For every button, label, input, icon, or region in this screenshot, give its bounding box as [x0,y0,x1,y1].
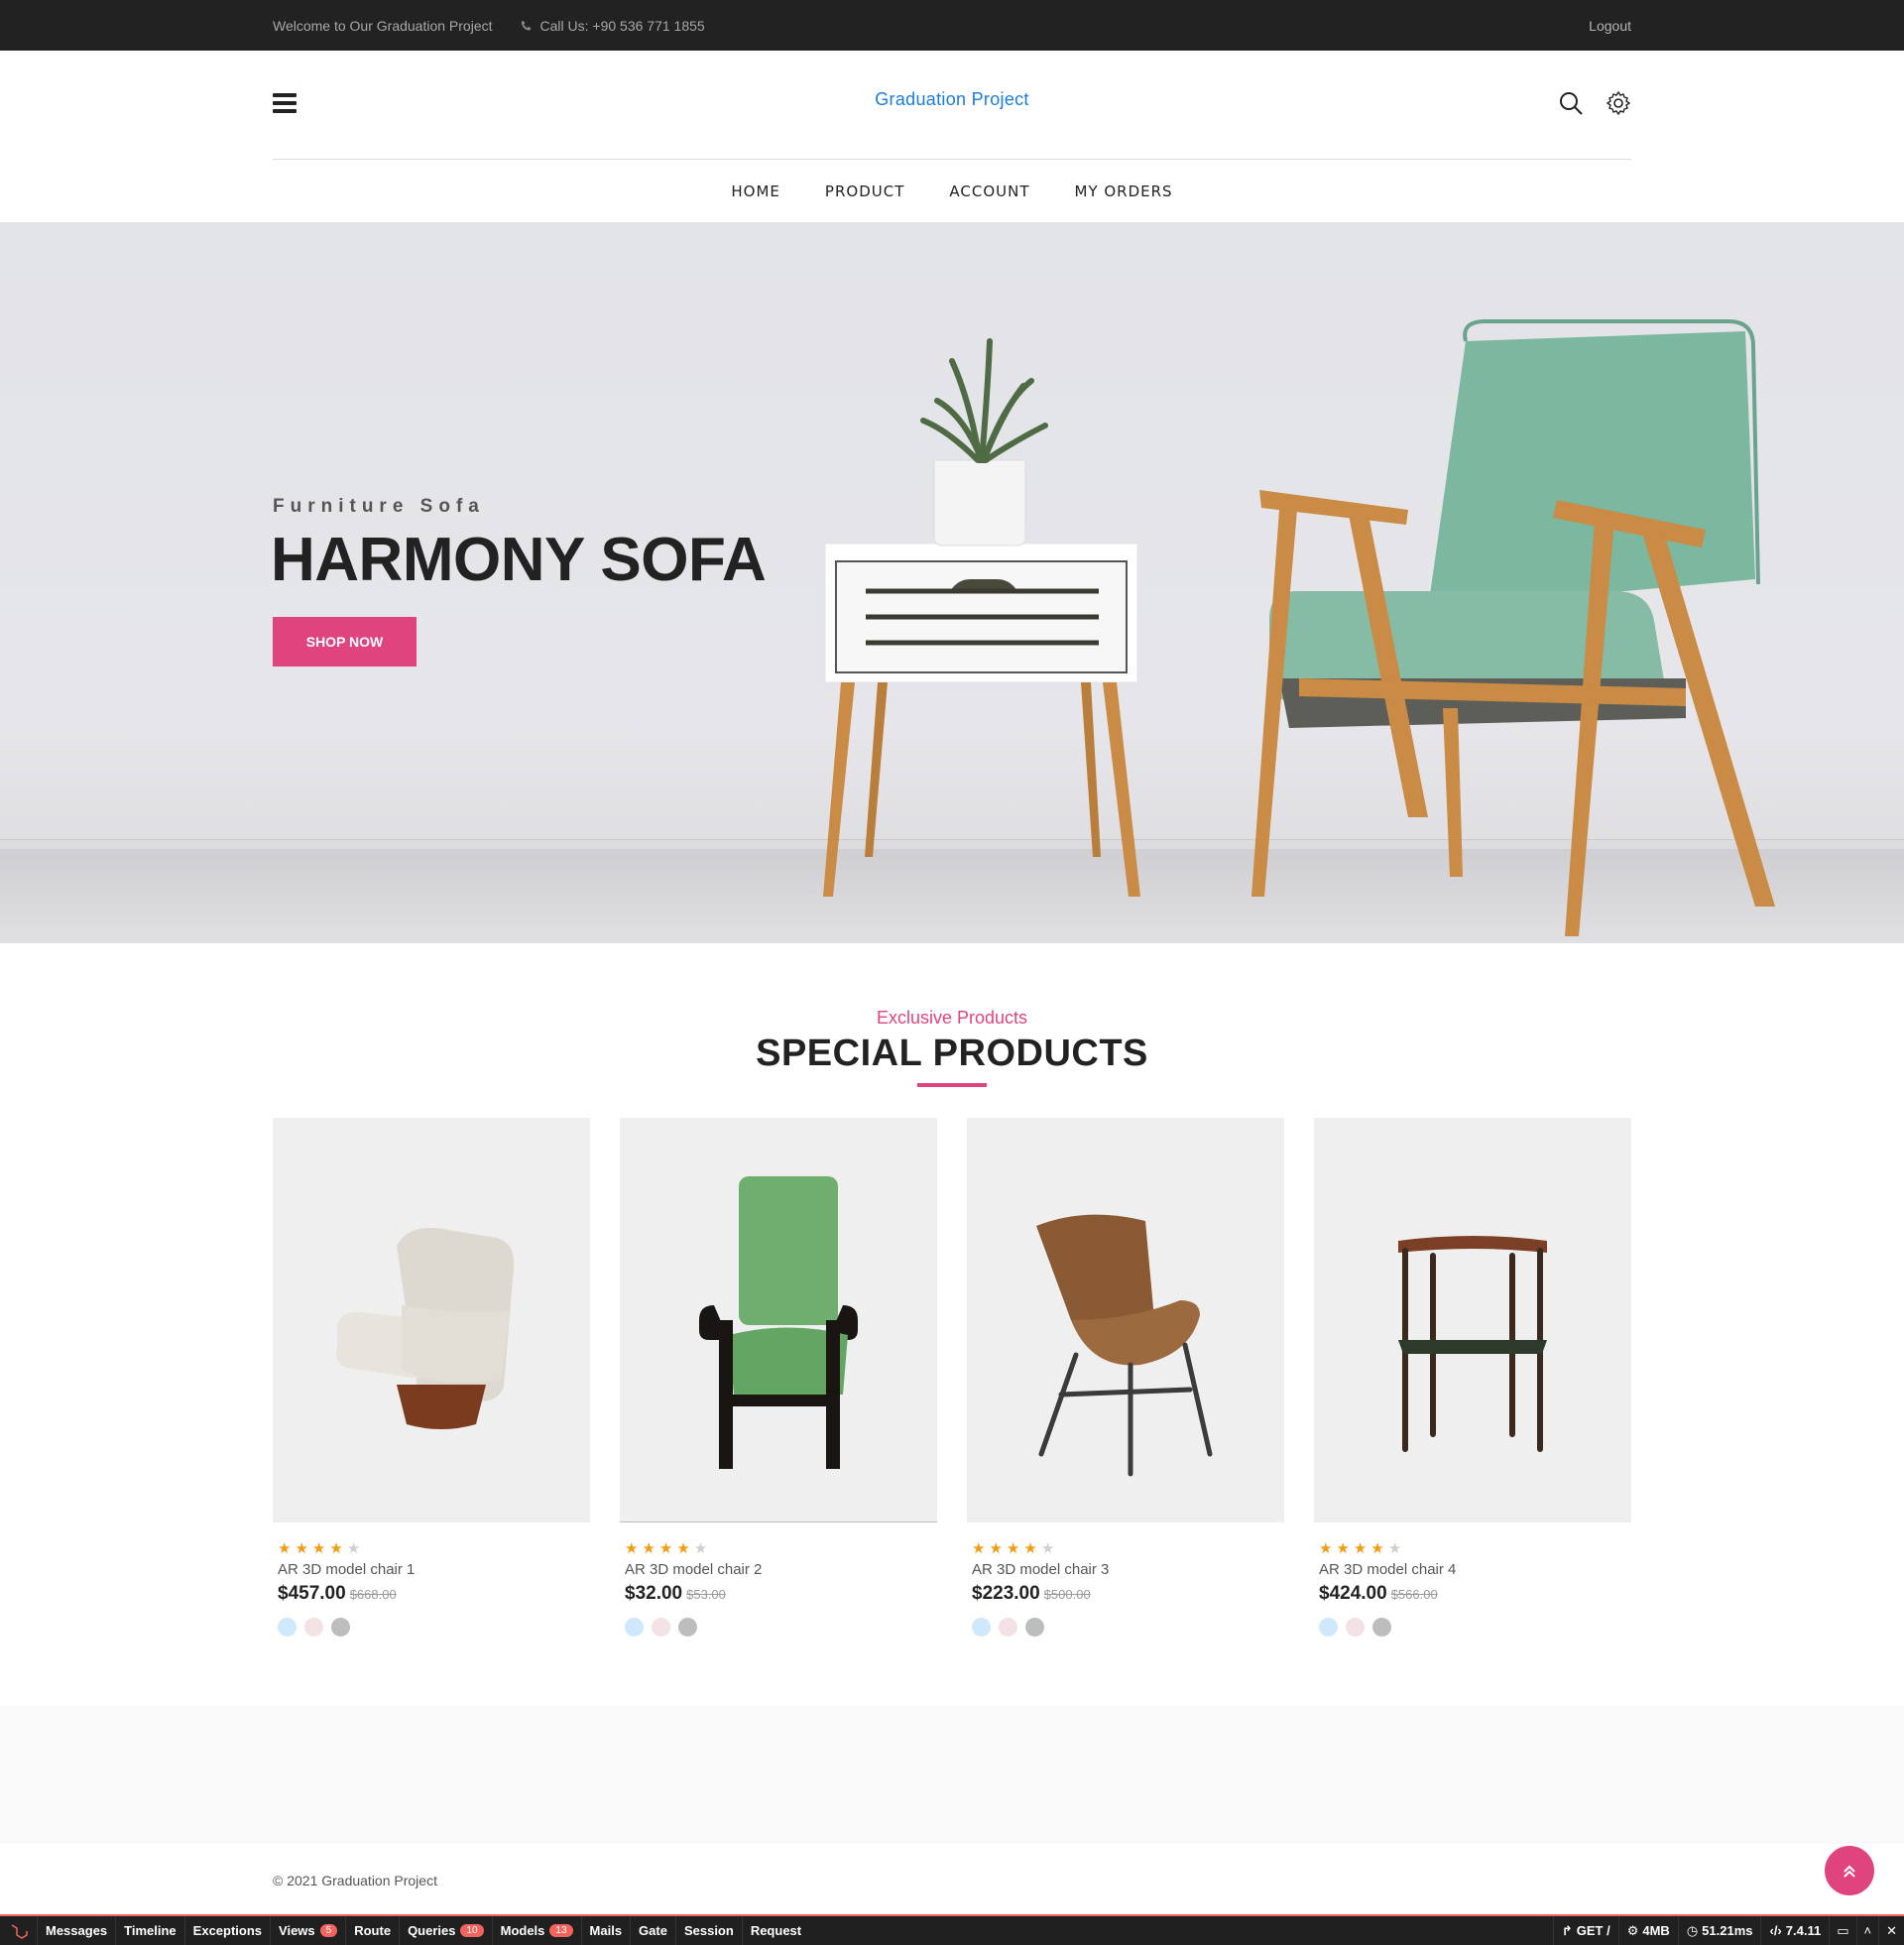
product-old-price: $500.00 [1043,1587,1091,1602]
shop-now-button[interactable]: SHOP NOW [273,617,416,667]
debug-tab-gate[interactable]: Gate [631,1916,676,1945]
swatch-grey[interactable] [331,1618,350,1637]
product-card: ★ ★ ★ ★ ★ AR 3D model chair 2 $32.00 $53.00 [620,1118,937,1637]
swatch-blue[interactable] [972,1618,991,1637]
main-nav: HOME PRODUCT ACCOUNT MY ORDERS [0,161,1904,222]
copyright-text: © 2021 Graduation Project [273,1873,437,1888]
debug-tab-exceptions[interactable]: Exceptions [185,1916,272,1945]
color-swatches [1319,1618,1631,1637]
rating-stars: ★ ★ ★ ★ ★ [1319,1540,1402,1557]
chair-image [335,1227,515,1429]
product-name[interactable]: AR 3D model chair 4 [1319,1561,1631,1578]
nav-product[interactable]: PRODUCT [825,182,904,200]
product-old-price: $53.00 [686,1587,726,1602]
product-card: ★ ★ ★ ★ ★ AR 3D model chair 4 $424.00 $566.00 [1314,1118,1631,1637]
double-chevron-up-icon [1844,1865,1855,1878]
swatch-grey[interactable] [1025,1618,1044,1637]
brand-logo[interactable]: Graduation Project [273,89,1631,110]
color-swatches [278,1618,590,1637]
product-grid: ★ ★ ★ ★ ★ AR 3D model chair 1 $457.00 $668.00… [273,1118,1631,1637]
swatch-pink[interactable] [652,1618,670,1637]
product-image[interactable] [620,1118,937,1522]
hero-title: HARMONY SOFA [271,526,767,594]
nav-account[interactable]: ACCOUNT [949,182,1029,200]
chair-image [1036,1214,1213,1477]
rating-stars: ★ ★ ★ ★ ★ [625,1540,708,1557]
product-name[interactable]: AR 3D model chair 2 [625,1561,937,1578]
phone-icon [521,20,532,30]
views-count-badge: 5 [319,1924,338,1937]
request-method[interactable]: ↱ GET / [1552,1916,1618,1945]
rating-stars: ★ ★ ★ ★ ★ [972,1540,1055,1557]
nav-my-orders[interactable]: MY ORDERS [1075,182,1173,200]
cogs-icon: ⚙ [1626,1922,1639,1938]
search-icon[interactable] [1558,90,1584,116]
scroll-top-button[interactable] [1825,1846,1874,1895]
swatch-pink[interactable] [1346,1618,1365,1637]
close-icon[interactable]: ✕ [1878,1916,1904,1945]
rating-stars: ★ ★ ★ ★ ★ [278,1540,361,1557]
debug-tab-models[interactable]: Models 13 [493,1916,582,1945]
color-swatches [972,1618,1284,1637]
logout-link[interactable]: Logout [1589,18,1631,34]
hero-banner: Furniture Sofa HARMONY SOFA SHOP NOW [0,222,1904,943]
product-price: $223.00 [972,1583,1040,1604]
product-price: $32.00 [625,1583,683,1604]
swatch-pink[interactable] [304,1618,323,1637]
debug-tab-messages[interactable]: Messages [38,1916,117,1945]
swatch-blue[interactable] [625,1618,644,1637]
section-divider [917,1083,987,1087]
debug-tab-queries[interactable]: Queries 10 [400,1916,493,1945]
swatch-grey[interactable] [678,1618,697,1637]
chevron-up-icon[interactable]: ˄ [1855,1916,1879,1945]
swatch-grey[interactable] [1372,1618,1391,1637]
nav-home[interactable]: HOME [731,182,780,200]
footer-band [0,1706,1904,1844]
chair-image [1398,1236,1547,1452]
site-header: Graduation Project [273,51,1631,160]
product-price: $457.00 [278,1583,346,1604]
swatch-pink[interactable] [999,1618,1017,1637]
chair-image [699,1175,858,1469]
product-old-price: $566.00 [1390,1587,1438,1602]
product-image[interactable] [1314,1118,1631,1522]
memory-usage: ⚙ 4MB [1617,1916,1678,1945]
debug-tab-views[interactable]: Views 5 [271,1916,347,1945]
debug-tab-request[interactable]: Request [743,1916,809,1945]
hero-eyebrow: Furniture Sofa [273,496,485,517]
product-card: ★ ★ ★ ★ ★ AR 3D model chair 3 $223.00 $500.00 [967,1118,1284,1637]
queries-count-badge: 10 [460,1924,484,1937]
top-bar: Welcome to Our Graduation Project Call U… [0,0,1904,51]
share-icon: ↱ [1561,1922,1573,1938]
phone-text: Call Us: +90 536 771 1855 [539,17,705,34]
product-name[interactable]: AR 3D model chair 3 [972,1561,1284,1578]
folder-icon[interactable]: ▭ [1829,1916,1855,1945]
product-name[interactable]: AR 3D model chair 1 [278,1561,590,1578]
code-icon: ‹/› [1769,1923,1782,1938]
models-count-badge: 13 [549,1924,573,1937]
section-title: SPECIAL PRODUCTS [756,1033,1148,1074]
product-old-price: $668.00 [349,1587,397,1602]
php-version: ‹/› 7.4.11 [1760,1916,1829,1945]
debug-tab-timeline[interactable]: Timeline [116,1916,185,1945]
gear-icon[interactable] [1606,90,1631,116]
section-subtitle: Exclusive Products [876,1008,1028,1028]
welcome-text: Welcome to Our Graduation Project [273,17,493,34]
swatch-blue[interactable] [1319,1618,1338,1637]
swatch-blue[interactable] [278,1618,297,1637]
color-swatches [625,1618,937,1637]
debug-bar: Messages Timeline Exceptions Views 5 Rout… [0,1914,1904,1945]
laravel-logo-icon[interactable] [0,1916,38,1945]
phone-info: Call Us: +90 536 771 1855 [521,18,705,34]
debug-tab-route[interactable]: Route [346,1916,401,1945]
product-price: $424.00 [1319,1583,1387,1604]
request-time: ◷ 51.21ms [1677,1916,1761,1945]
debug-tab-mails[interactable]: Mails [582,1916,632,1945]
product-card: ★ ★ ★ ★ ★ AR 3D model chair 1 $457.00 $668.00 [273,1118,590,1637]
clock-icon: ◷ [1686,1922,1699,1938]
product-image[interactable] [967,1118,1284,1522]
debug-tab-session[interactable]: Session [676,1916,743,1945]
product-image[interactable] [273,1118,590,1522]
